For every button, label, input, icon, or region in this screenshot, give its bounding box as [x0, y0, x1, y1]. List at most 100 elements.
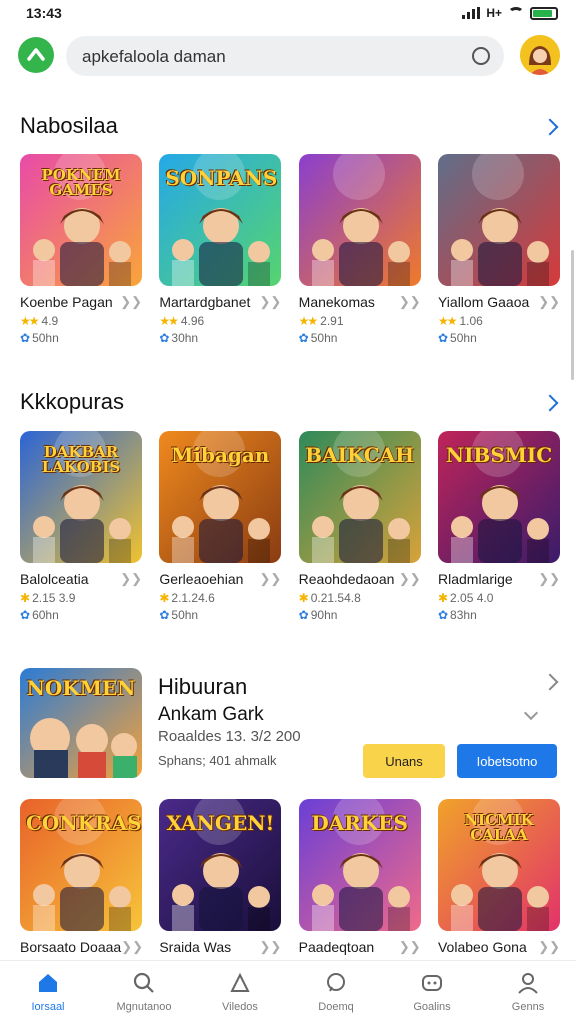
app-name-text: Balolceatia	[20, 571, 89, 587]
featured-thumb-title: NOKMEN	[26, 676, 136, 700]
nav-label: Viledos	[222, 1001, 258, 1013]
app-rating: ✱ 2.15 3.9	[20, 591, 142, 605]
thumbnail-title: NICMIK CALAA	[464, 811, 534, 844]
size-value: 90hn	[310, 608, 338, 622]
battery-icon	[530, 6, 558, 20]
app-card[interactable]: NICMIK CALAA Volabeo Gona ❯❯	[437, 799, 560, 955]
nav-item-6[interactable]: Genns	[480, 961, 576, 1024]
status-time: 13:43	[26, 5, 62, 21]
share-icon[interactable]: ❯❯	[260, 939, 282, 955]
nav-label: Iorsaal	[31, 1001, 65, 1013]
share-icon[interactable]: ❯❯	[399, 939, 421, 955]
share-icon[interactable]: ❯❯	[538, 294, 560, 310]
section-title-2: Kkkopuras	[20, 389, 124, 414]
featured-expand-chevron-icon[interactable]	[523, 705, 539, 721]
download-icon: ✿	[298, 608, 309, 622]
rating-value: 2.1.24.6	[171, 591, 215, 605]
star-icon: ★★	[298, 314, 318, 328]
share-icon[interactable]: ❯❯	[538, 571, 560, 587]
thumbnail-title: DARKES	[311, 811, 408, 835]
share-icon[interactable]: ❯❯	[260, 571, 282, 587]
profile-icon	[516, 971, 540, 995]
app-card[interactable]: BAIKCAH Reaohdedaoan ❯❯ ✱ 0.21.54.8 ✿ 90hn	[298, 431, 421, 622]
app-rating: ✱ 0.21.54.8	[299, 591, 421, 605]
thumbnail-title: NIBSMIC	[445, 443, 553, 467]
nav-item-5[interactable]: Goalins	[384, 961, 480, 1024]
app-thumbnail[interactable]: NICMIK CALAA	[437, 799, 560, 931]
network-type: H+	[486, 6, 502, 20]
size-value: 50hn	[310, 331, 338, 345]
app-rating: ✱ 2.05 4.0	[438, 591, 560, 605]
nav-item-2[interactable]: Mgnutanoo	[96, 961, 192, 1024]
app-size: ✿ 50hn	[20, 331, 142, 345]
app-thumbnail[interactable]	[437, 154, 560, 286]
app-thumbnail[interactable]: CONKRAS	[20, 799, 142, 931]
share-icon[interactable]: ❯❯	[399, 294, 421, 310]
star-icon: ★★	[159, 314, 178, 328]
share-icon[interactable]: ❯❯	[399, 571, 421, 587]
app-card[interactable]: Mibagan Gerleaoehian ❯❯ ✱ 2.1.24.6 ✿ 50hn	[159, 431, 282, 622]
app-card[interactable]: Manekomas ❯❯ ★★ 2.91 ✿ 50hn	[298, 154, 421, 345]
games-icon	[420, 971, 444, 995]
section-1-more-chevron-icon[interactable]	[541, 118, 559, 136]
app-name-text: Volabeo Gona	[437, 939, 527, 955]
star-icon: ★★	[20, 314, 39, 328]
app-card[interactable]: CONKRAS Borsaato Doaaa ❯❯	[20, 799, 142, 955]
voice-search-icon[interactable]	[472, 47, 490, 65]
app-card[interactable]: XANGEN! Sraida Was ❯❯	[159, 799, 282, 955]
nav-item-4[interactable]: Doemq	[288, 961, 384, 1024]
scrollbar[interactable]	[571, 250, 574, 380]
app-name-text: Borsaato Doaaa	[20, 939, 122, 955]
size-value: 83hn	[450, 608, 477, 622]
share-icon[interactable]: ❯❯	[121, 939, 142, 955]
share-icon[interactable]: ❯❯	[538, 939, 560, 955]
app-name: Reaohdedaoan ❯❯	[299, 571, 421, 587]
app-rating: ✱ 2.1.24.6	[159, 591, 281, 605]
app-card[interactable]: Yiallom Gaaoa ❯❯ ★★ 1.06 ✿ 50hn	[437, 154, 560, 345]
section-2-more-chevron-icon[interactable]	[541, 394, 559, 412]
app-name-text: Rladmlarige	[437, 571, 513, 587]
app-name-text: Koenbe Pagan	[20, 294, 113, 310]
app-thumbnail[interactable]	[298, 154, 421, 286]
secondary-button[interactable]: Unans	[363, 744, 445, 778]
app-thumbnail[interactable]: NIBSMIC	[437, 431, 560, 563]
thumbnail-title: XANGEN!	[166, 811, 275, 835]
app-card[interactable]: DARKES Paadeqtoan ❯❯	[298, 799, 421, 955]
download-icon: ✿	[437, 331, 449, 345]
app-name: Volabeo Gona ❯❯	[438, 939, 560, 955]
app-thumbnail[interactable]: POKNEM GAMES	[20, 154, 142, 286]
rating-value: 2.05 4.0	[450, 591, 494, 605]
home-icon	[36, 971, 60, 995]
app-thumbnail[interactable]: BAIKCAH	[298, 431, 421, 563]
size-value: 50hn	[171, 608, 199, 622]
app-thumbnail[interactable]: DAKBAR LAKOBIS	[20, 431, 142, 563]
share-icon[interactable]: ❯❯	[260, 294, 282, 310]
app-card[interactable]: SONPANS Martardgbanet ❯❯ ★★ 4.96 ✿ 30hn	[159, 154, 282, 345]
download-icon: ✿	[298, 331, 309, 345]
app-thumbnail[interactable]: DARKES	[298, 799, 421, 931]
top-bar: apkefaloola daman	[0, 34, 576, 78]
app-size: ✿ 90hn	[299, 608, 421, 622]
app-card[interactable]: DAKBAR LAKOBIS Balolceatia ❯❯ ✱ 2.15 3.9 ✿ 60h…	[20, 431, 142, 622]
featured-thumbnail[interactable]: NOKMEN	[20, 668, 142, 778]
app-card[interactable]: POKNEM GAMES Koenbe Pagan ❯❯ ★★ 4.9 ✿ 50hn	[20, 154, 142, 345]
rating-value: 4.9	[41, 314, 59, 328]
search-input[interactable]: apkefaloola daman	[66, 36, 504, 76]
app-thumbnail[interactable]: XANGEN!	[159, 799, 282, 931]
install-button[interactable]: Iobetsotno	[457, 744, 557, 778]
share-icon[interactable]: ❯❯	[120, 571, 142, 587]
nav-item-3[interactable]: Viledos	[192, 961, 288, 1024]
app-name: Martardgbanet ❯❯	[159, 294, 281, 310]
featured-more-chevron-icon[interactable]	[541, 673, 559, 691]
app-name: Borsaato Doaaa ❯❯	[20, 939, 142, 955]
share-icon[interactable]: ❯❯	[120, 294, 142, 310]
chat-icon	[324, 971, 348, 995]
app-card[interactable]: NIBSMIC Rladmlarige ❯❯ ✱ 2.05 4.0 ✿ 83hn	[437, 431, 560, 622]
avatar[interactable]	[520, 35, 560, 75]
nav-item-1[interactable]: Iorsaal	[0, 961, 96, 1024]
app-thumbnail[interactable]: Mibagan	[159, 431, 282, 563]
featured-app[interactable]: NOKMEN Hibuuran Ankam Gark Roaaldes 13. …	[20, 668, 560, 780]
app-logo-icon[interactable]	[18, 37, 54, 73]
rating-value: 2.15 3.9	[32, 591, 76, 605]
app-thumbnail[interactable]: SONPANS	[159, 154, 282, 286]
